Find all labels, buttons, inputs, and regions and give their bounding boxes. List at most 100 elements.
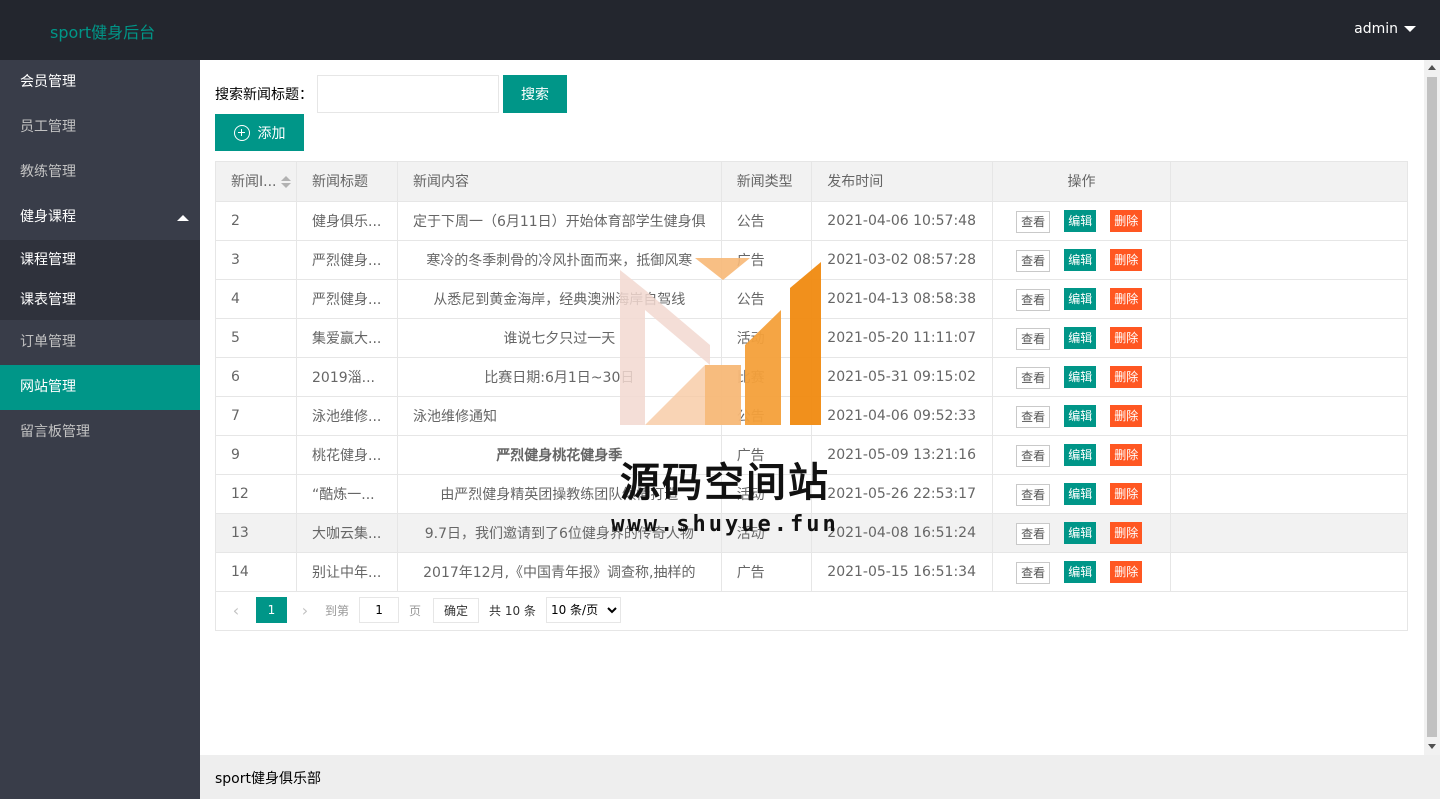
sort-icon[interactable]: [281, 176, 292, 188]
chevron-down-icon[interactable]: [1404, 26, 1416, 32]
search-input[interactable]: [317, 75, 499, 113]
delete-button[interactable]: 删除: [1110, 521, 1143, 544]
filler-cell: [1170, 474, 1407, 514]
edit-button[interactable]: 编辑: [1064, 443, 1097, 466]
row-actions: 查看 编辑 删除: [1008, 482, 1155, 506]
page-current[interactable]: 1: [256, 597, 287, 623]
sidebar-item-label: 会员管理: [20, 74, 76, 90]
filler-cell: [1170, 201, 1407, 241]
view-button[interactable]: 查看: [1016, 405, 1051, 428]
cell-time: 2021-05-15 16:51:34: [811, 552, 994, 592]
cell-type: 比赛: [721, 357, 813, 397]
sidebar-item-website[interactable]: 网站管理: [0, 365, 200, 410]
goto-page-input[interactable]: [359, 597, 400, 623]
delete-button[interactable]: 删除: [1110, 365, 1143, 388]
delete-button[interactable]: 删除: [1110, 248, 1143, 271]
page-size-select[interactable]: 10 条/页: [545, 597, 621, 623]
view-button[interactable]: 查看: [1016, 288, 1051, 311]
cell-type: 公告: [721, 279, 813, 319]
cell-id: 3: [216, 240, 298, 280]
row-actions: 查看 编辑 删除: [1008, 521, 1155, 545]
chevron-left-icon[interactable]: ‹: [222, 596, 250, 624]
cell-time: 2021-04-13 08:58:38: [811, 279, 994, 319]
view-button[interactable]: 查看: [1016, 249, 1051, 272]
sidebar-item-label: 留言板管理: [20, 424, 90, 440]
sidebar-item-message-board[interactable]: 留言板管理: [0, 410, 200, 455]
sidebar-subitem-course-management[interactable]: 课程管理: [0, 240, 200, 280]
edit-button[interactable]: 编辑: [1064, 365, 1097, 388]
delete-button[interactable]: 删除: [1110, 287, 1143, 310]
table-row: 13 大咖云集... 9.7日，我们邀请到了6位健身界的传奇人物 活动 2021-04-…: [216, 513, 1407, 553]
cell-type: 公告: [721, 201, 813, 241]
sidebar-item-coaches[interactable]: 教练管理: [0, 150, 200, 195]
view-button[interactable]: 查看: [1016, 561, 1051, 584]
cell-content: 寒冷的冬季刺骨的冷风扑面而来，抵御风寒: [397, 240, 722, 280]
user-menu[interactable]: admin: [1354, 21, 1416, 37]
app-title[interactable]: sport健身后台: [50, 19, 155, 43]
edit-button[interactable]: 编辑: [1064, 209, 1097, 232]
column-header-time: 发布时间: [811, 162, 994, 202]
row-actions: 查看 编辑 删除: [1008, 560, 1155, 584]
sidebar-item-members[interactable]: 会员管理: [0, 60, 200, 105]
sidebar-subitem-schedule-management[interactable]: 课表管理: [0, 280, 200, 320]
edit-button[interactable]: 编辑: [1064, 287, 1097, 310]
edit-button[interactable]: 编辑: [1064, 521, 1097, 544]
sidebar-item-fitness-courses[interactable]: 健身课程: [0, 195, 200, 240]
cell-content: 从悉尼到黄金海岸，经典澳洲海岸自驾线: [397, 279, 722, 319]
sidebar-item-orders[interactable]: 订单管理: [0, 320, 200, 365]
edit-button[interactable]: 编辑: [1064, 560, 1097, 583]
sidebar-item-label: 订单管理: [20, 334, 76, 350]
cell-id: 12: [216, 474, 298, 514]
cell-actions: 查看 编辑 删除: [992, 435, 1171, 475]
chevron-right-icon[interactable]: ›: [291, 596, 319, 624]
edit-button[interactable]: 编辑: [1064, 248, 1097, 271]
row-actions: 查看 编辑 删除: [1008, 326, 1155, 350]
cell-title: 别让中年...: [296, 552, 398, 592]
view-button[interactable]: 查看: [1016, 444, 1051, 467]
view-button[interactable]: 查看: [1016, 522, 1051, 545]
view-button[interactable]: 查看: [1016, 327, 1051, 350]
cell-content: 严烈健身桃花健身季: [397, 435, 722, 475]
add-button[interactable]: 添加: [215, 114, 304, 151]
view-button[interactable]: 查看: [1016, 366, 1051, 389]
delete-button[interactable]: 删除: [1110, 404, 1143, 427]
cell-time: 2021-04-06 10:57:48: [811, 201, 994, 241]
cell-time: 2021-04-06 09:52:33: [811, 396, 994, 436]
delete-button[interactable]: 删除: [1110, 482, 1143, 505]
edit-button[interactable]: 编辑: [1064, 482, 1097, 505]
goto-confirm-button[interactable]: 确定: [433, 597, 480, 623]
search-button[interactable]: 搜索: [503, 75, 567, 113]
scroll-down-icon[interactable]: [1428, 744, 1436, 749]
header-label: 新闻I...: [231, 174, 277, 191]
delete-button[interactable]: 删除: [1110, 443, 1143, 466]
cell-type: 活动: [721, 318, 813, 358]
scroll-up-icon[interactable]: [1428, 65, 1436, 70]
scroll-thumb[interactable]: [1427, 77, 1437, 737]
sidebar-item-staff[interactable]: 员工管理: [0, 105, 200, 150]
filler-cell: [1170, 318, 1407, 358]
row-actions: 查看 编辑 删除: [1008, 209, 1155, 233]
edit-button[interactable]: 编辑: [1064, 326, 1097, 349]
delete-button[interactable]: 删除: [1110, 209, 1143, 232]
pagination: ‹ 1 › 到第 页 确定 共 10 条 10 条/页: [216, 590, 1407, 630]
vertical-scrollbar[interactable]: [1424, 60, 1440, 755]
table-row: 4 严烈健身... 从悉尼到黄金海岸，经典澳洲海岸自驾线 公告 2021-04-13 0…: [216, 279, 1407, 319]
delete-button[interactable]: 删除: [1110, 326, 1143, 349]
table-row: 3 严烈健身... 寒冷的冬季刺骨的冷风扑面而来，抵御风寒 广告 2021-03-02 …: [216, 240, 1407, 280]
row-actions: 查看 编辑 删除: [1008, 248, 1155, 272]
column-header-id[interactable]: 新闻I...: [216, 162, 298, 202]
cell-id: 6: [216, 357, 298, 397]
main-content: 搜索新闻标题： 搜索 添加 新闻I... 新闻标题 新闻内容 新闻类型 发布时间…: [200, 60, 1424, 755]
cell-actions: 查看 编辑 删除: [992, 474, 1171, 514]
cell-id: 14: [216, 552, 298, 592]
chevron-up-icon: [177, 215, 189, 221]
view-button[interactable]: 查看: [1016, 483, 1051, 506]
cell-actions: 查看 编辑 删除: [992, 279, 1171, 319]
delete-button[interactable]: 删除: [1110, 560, 1143, 583]
cell-actions: 查看 编辑 删除: [992, 240, 1171, 280]
view-button[interactable]: 查看: [1016, 210, 1051, 233]
edit-button[interactable]: 编辑: [1064, 404, 1097, 427]
cell-type: 广告: [721, 435, 813, 475]
user-name[interactable]: admin: [1354, 21, 1398, 37]
cell-id: 4: [216, 279, 298, 319]
